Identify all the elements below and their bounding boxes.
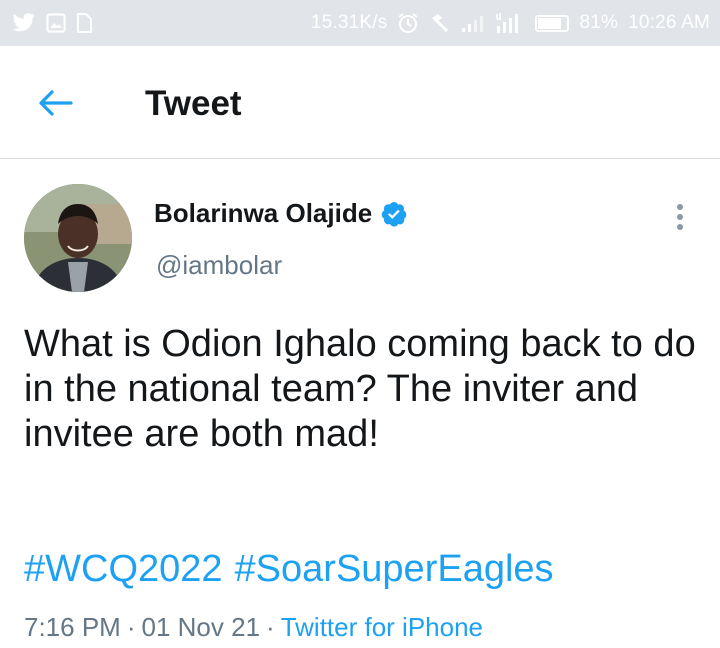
signal-icon bbox=[461, 13, 485, 33]
alarm-icon bbox=[397, 12, 419, 34]
more-vertical-icon bbox=[677, 204, 683, 210]
meta-separator: · bbox=[126, 612, 136, 642]
tweet-date: 01 Nov 21 bbox=[141, 612, 261, 642]
battery-percent: 81% bbox=[579, 12, 619, 33]
file-icon bbox=[76, 13, 92, 33]
author-name-text: Bolarinwa Olajide bbox=[154, 198, 373, 228]
hammer-icon bbox=[429, 12, 451, 34]
tweet-source-link[interactable]: Twitter for iPhone bbox=[281, 612, 483, 643]
tweet-time: 7:16 PM bbox=[24, 612, 121, 642]
top-app-bar: Tweet bbox=[0, 46, 720, 159]
author-handle[interactable]: @iambolar bbox=[156, 250, 282, 281]
tweet-text: What is Odion Ighalo coming back to do i… bbox=[24, 323, 696, 455]
hashtag-link[interactable]: #SoarSuperEagles bbox=[235, 548, 554, 591]
gallery-icon bbox=[46, 13, 66, 33]
page-title: Tweet bbox=[145, 84, 242, 123]
clock-time: 10:26 AM bbox=[628, 12, 710, 33]
network-speed: 15.31K/s bbox=[310, 12, 388, 33]
hashtags: #WCQ2022 #SoarSuperEagles bbox=[24, 548, 554, 591]
more-options-button[interactable] bbox=[668, 198, 692, 236]
author-name[interactable]: Bolarinwa Olajide bbox=[154, 198, 408, 229]
signal-4g-icon bbox=[495, 12, 525, 34]
status-bar-right: 15.31K/s 81% 10:26 AM bbox=[311, 12, 710, 34]
status-bar: 15.31K/s 81% 10:26 AM bbox=[0, 0, 720, 46]
verified-badge-icon bbox=[380, 200, 408, 228]
back-button[interactable] bbox=[36, 88, 74, 118]
hashtag-link[interactable]: #WCQ2022 bbox=[24, 548, 223, 591]
twitter-icon bbox=[12, 13, 36, 33]
status-bar-left bbox=[12, 13, 92, 33]
arrow-left-icon bbox=[39, 90, 73, 116]
battery-icon bbox=[535, 14, 570, 32]
meta-separator: · bbox=[266, 612, 275, 642]
tweet-meta: 7:16 PM · 01 Nov 21 · Twitter for iPhone bbox=[24, 612, 483, 643]
avatar[interactable] bbox=[24, 184, 132, 292]
